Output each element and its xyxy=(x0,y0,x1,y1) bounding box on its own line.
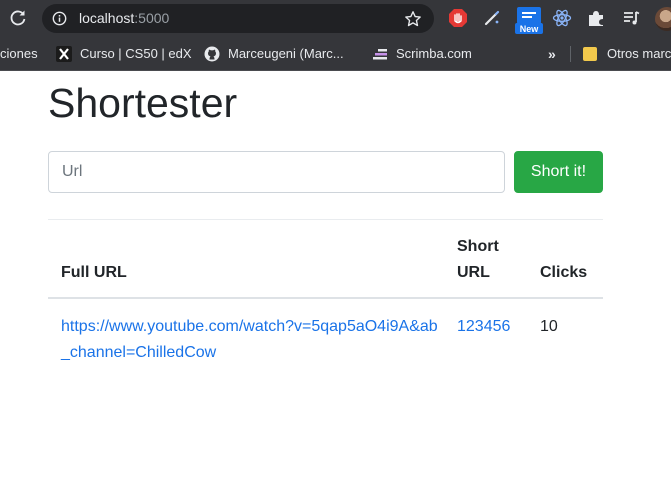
address-host: localhost xyxy=(79,10,135,26)
bookmarks-divider xyxy=(570,46,571,62)
short-it-button[interactable]: Short it! xyxy=(514,151,603,193)
new-extension-graphic: New xyxy=(515,7,543,34)
bookmarks-overflow-label: » xyxy=(548,45,556,62)
adblock-extension-icon[interactable] xyxy=(448,8,468,28)
media-control-icon[interactable] xyxy=(621,8,641,28)
bookmark-cs50[interactable]: Curso | CS50 | edX xyxy=(56,37,192,70)
short-url-link[interactable]: 123456 xyxy=(457,314,510,340)
profile-avatar[interactable] xyxy=(655,7,671,31)
form-divider xyxy=(48,219,603,220)
new-badge-label: New xyxy=(520,24,540,34)
info-icon[interactable] xyxy=(52,11,67,26)
bookmark-github-label: Marceugeni (Marc... xyxy=(228,46,344,61)
bookmark-star-icon[interactable] xyxy=(404,10,422,28)
page-title: Shortester xyxy=(48,80,238,126)
github-icon xyxy=(204,46,220,61)
react-devtools-icon[interactable] xyxy=(552,8,572,28)
new-extension-icon[interactable]: New xyxy=(515,6,543,34)
reload-icon[interactable] xyxy=(8,8,28,28)
bookmark-scrimba[interactable]: Scrimba.com xyxy=(372,37,472,70)
address-bar[interactable]: localhost:5000 xyxy=(42,4,434,33)
scrimba-icon xyxy=(373,48,387,59)
full-url-link[interactable]: https://www.youtube.com/watch?v=5qap5aO4… xyxy=(61,314,441,366)
table-header-divider xyxy=(48,297,603,299)
bookmark-apps-label: ciones xyxy=(0,46,38,61)
pen-extension-icon[interactable] xyxy=(482,8,502,28)
edx-icon xyxy=(56,45,72,62)
bookmark-other-folder[interactable]: Otros marc xyxy=(583,37,671,70)
browser-toolbar: localhost:5000 New xyxy=(0,0,671,37)
column-header-full-url: Full URL xyxy=(61,264,127,281)
url-input[interactable] xyxy=(48,151,505,193)
folder-icon xyxy=(583,46,597,61)
bookmarks-bar: ciones Curso | CS50 | edX Marceugeni (Ma… xyxy=(0,37,671,71)
column-header-clicks: Clicks xyxy=(540,264,588,281)
bookmark-other-label: Otros marc xyxy=(607,46,671,61)
column-header-short-url: Short URL xyxy=(457,238,499,281)
address-url[interactable]: localhost:5000 xyxy=(79,10,169,27)
bookmark-github[interactable]: Marceugeni (Marc... xyxy=(204,37,344,70)
bookmark-apps[interactable]: ciones xyxy=(0,37,38,70)
clicks-count: 10 xyxy=(540,318,558,335)
bookmark-scrimba-label: Scrimba.com xyxy=(396,46,472,61)
bookmarks-overflow-chevron[interactable]: » xyxy=(548,37,556,70)
extensions-puzzle-icon[interactable] xyxy=(586,8,606,28)
bookmark-cs50-label: Curso | CS50 | edX xyxy=(80,46,192,61)
address-port: :5000 xyxy=(134,10,170,26)
